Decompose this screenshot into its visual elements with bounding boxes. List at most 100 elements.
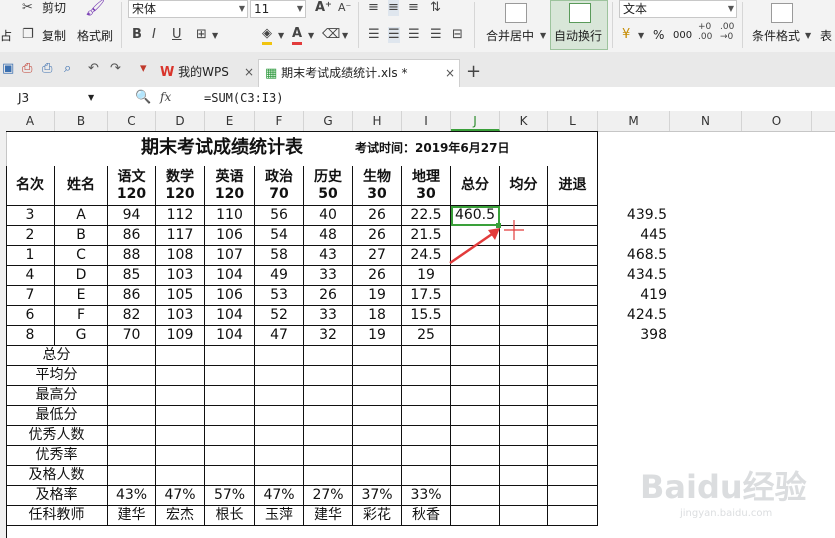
copy-icon[interactable]: ❐ xyxy=(22,27,34,43)
data-cell[interactable]: G xyxy=(55,326,108,346)
data-cell[interactable]: A xyxy=(55,206,108,226)
data-cell[interactable]: 86 xyxy=(108,226,156,246)
chevron-down-icon[interactable]: ▼ xyxy=(308,28,314,44)
summary-label[interactable]: 最低分 xyxy=(6,406,108,426)
summary-cell[interactable] xyxy=(500,426,548,446)
summary-cell[interactable] xyxy=(500,446,548,466)
summary-cell[interactable] xyxy=(548,486,598,506)
close-icon[interactable]: × xyxy=(445,60,455,86)
header-cell[interactable]: 总分 xyxy=(451,166,500,206)
data-cell[interactable]: 52 xyxy=(255,306,304,326)
data-cell[interactable]: 112 xyxy=(156,206,205,226)
data-cell[interactable]: 33 xyxy=(304,306,353,326)
cell-m[interactable]: 468.5 xyxy=(598,246,670,266)
data-cell[interactable]: 26 xyxy=(304,286,353,306)
data-cell[interactable]: 32 xyxy=(304,326,353,346)
wrap-text-button[interactable]: 自动换行 xyxy=(550,0,608,50)
summary-cell[interactable] xyxy=(548,346,598,366)
data-cell[interactable]: 105 xyxy=(156,286,205,306)
data-cell[interactable] xyxy=(548,286,598,306)
header-cell[interactable]: 生物 30 xyxy=(353,166,402,206)
summary-cell[interactable] xyxy=(451,506,500,526)
data-cell[interactable]: 26 xyxy=(353,266,402,286)
clear-format-icon[interactable]: ⌫ xyxy=(322,27,340,43)
summary-label[interactable]: 优秀率 xyxy=(6,446,108,466)
chevron-down-icon[interactable]: ▼ xyxy=(212,28,218,44)
data-cell[interactable]: 110 xyxy=(205,206,255,226)
italic-icon[interactable]: I xyxy=(152,27,156,43)
summary-cell[interactable] xyxy=(304,406,353,426)
data-cell[interactable]: B xyxy=(55,226,108,246)
column-header-m[interactable]: M xyxy=(598,111,670,131)
summary-cell[interactable] xyxy=(353,426,402,446)
data-cell[interactable]: 107 xyxy=(205,246,255,266)
summary-cell[interactable] xyxy=(353,346,402,366)
summary-cell[interactable]: 宏杰 xyxy=(156,506,205,526)
chevron-down-icon[interactable]: ▼ xyxy=(342,28,348,44)
summary-cell[interactable] xyxy=(451,346,500,366)
new-tab-button[interactable]: + xyxy=(466,59,481,87)
summary-cell[interactable] xyxy=(255,406,304,426)
data-cell[interactable]: 15.5 xyxy=(402,306,451,326)
cell-m[interactable]: 398 xyxy=(598,326,670,346)
column-header-d[interactable]: D xyxy=(156,111,205,131)
summary-cell[interactable] xyxy=(451,366,500,386)
data-cell[interactable]: 54 xyxy=(255,226,304,246)
summary-cell[interactable] xyxy=(353,406,402,426)
summary-cell[interactable] xyxy=(500,406,548,426)
cell-m[interactable]: 439.5 xyxy=(598,206,670,226)
summary-cell[interactable] xyxy=(353,446,402,466)
chevron-down-icon[interactable]: ▼ xyxy=(805,28,811,44)
header-cell[interactable]: 数学 120 xyxy=(156,166,205,206)
data-cell[interactable]: 3 xyxy=(6,206,55,226)
cell-m[interactable]: 424.5 xyxy=(598,306,670,326)
data-cell[interactable]: 7 xyxy=(6,286,55,306)
summary-label[interactable]: 及格率 xyxy=(6,486,108,506)
decrease-font-icon[interactable]: A⁻ xyxy=(338,0,351,16)
column-header-o[interactable]: O xyxy=(742,111,812,131)
summary-cell[interactable] xyxy=(304,446,353,466)
header-cell[interactable]: 地理 30 xyxy=(402,166,451,206)
summary-cell[interactable] xyxy=(304,426,353,446)
summary-cell[interactable] xyxy=(451,466,500,486)
name-box[interactable]: J3 ▼ xyxy=(0,89,96,109)
header-cell[interactable]: 名次 xyxy=(6,166,55,206)
data-cell[interactable]: 6 xyxy=(6,306,55,326)
data-cell[interactable] xyxy=(451,286,500,306)
chevron-down-icon[interactable]: ▼ xyxy=(88,93,94,102)
summary-cell[interactable]: 建华 xyxy=(108,506,156,526)
column-header-i[interactable]: I xyxy=(402,111,451,131)
summary-label[interactable]: 平均分 xyxy=(6,366,108,386)
thousands-button[interactable]: 000 xyxy=(673,28,692,44)
summary-cell[interactable] xyxy=(548,366,598,386)
summary-cell[interactable] xyxy=(156,426,205,446)
data-cell[interactable]: 4 xyxy=(6,266,55,286)
data-cell[interactable]: E xyxy=(55,286,108,306)
column-header-h[interactable]: H xyxy=(353,111,402,131)
summary-cell[interactable] xyxy=(255,366,304,386)
data-cell[interactable]: 25 xyxy=(402,326,451,346)
summary-cell[interactable]: 秋香 xyxy=(402,506,451,526)
merge-center-button[interactable]: 合并居中 xyxy=(486,28,534,44)
bold-icon[interactable]: B xyxy=(132,27,142,43)
summary-cell[interactable] xyxy=(500,386,548,406)
underline-icon[interactable]: U xyxy=(172,27,182,43)
column-header-a[interactable]: A xyxy=(6,111,55,131)
data-cell[interactable] xyxy=(451,306,500,326)
tab-active-workbook[interactable]: ▦ 期末考试成绩统计.xls * × xyxy=(258,59,460,87)
data-cell[interactable]: 48 xyxy=(304,226,353,246)
summary-cell[interactable] xyxy=(451,386,500,406)
data-cell[interactable]: C xyxy=(55,246,108,266)
data-cell[interactable]: 56 xyxy=(255,206,304,226)
formula-input[interactable]: =SUM(C3:I3) xyxy=(200,88,830,109)
data-cell[interactable] xyxy=(548,246,598,266)
summary-cell[interactable] xyxy=(205,426,255,446)
function-icon[interactable]: fx xyxy=(160,90,171,104)
scissors-icon[interactable]: ✂ xyxy=(22,0,33,16)
summary-cell[interactable] xyxy=(402,446,451,466)
summary-cell[interactable] xyxy=(108,346,156,366)
data-cell[interactable] xyxy=(548,226,598,246)
data-cell[interactable]: 103 xyxy=(156,306,205,326)
data-cell[interactable]: 58 xyxy=(255,246,304,266)
chevron-down-icon[interactable]: ▼ xyxy=(278,28,284,44)
